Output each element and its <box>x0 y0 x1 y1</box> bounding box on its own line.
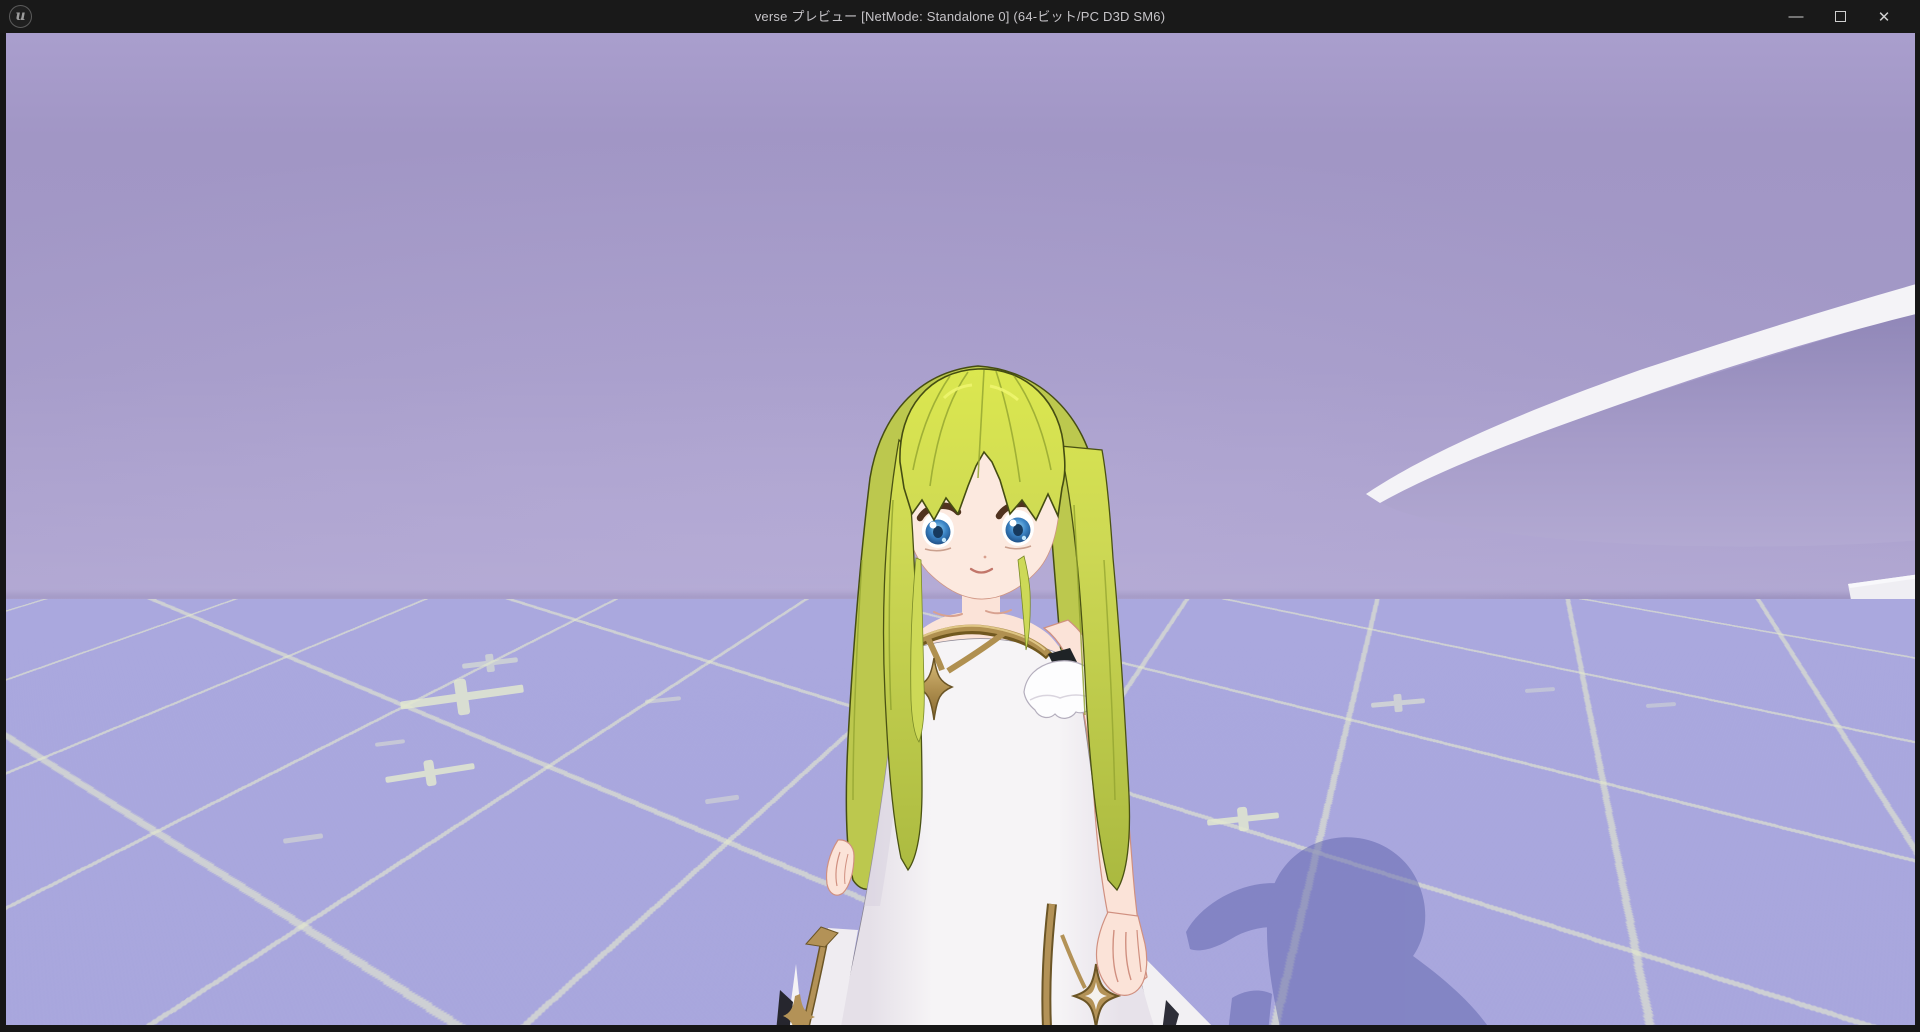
floor-cross <box>384 753 477 793</box>
character-anime-girl <box>760 330 1230 1025</box>
minimize-button[interactable]: — <box>1774 0 1818 33</box>
floor-dash <box>1525 687 1555 693</box>
floor-dash <box>645 696 681 704</box>
maximize-button[interactable] <box>1818 0 1862 33</box>
app-window: u verse プレビュー [NetMode: Standalone 0] (6… <box>0 0 1920 1032</box>
floor-cross-small <box>1370 692 1425 715</box>
scene-3d: 1 <box>6 33 1915 1025</box>
hand-left <box>826 840 854 895</box>
cube-shadow <box>1806 620 1860 642</box>
title-bar[interactable]: u verse プレビュー [NetMode: Standalone 0] (6… <box>0 0 1920 33</box>
unreal-logo-glyph: u <box>15 9 25 23</box>
disc-underside <box>1378 311 1915 547</box>
unreal-engine-logo-icon: u <box>9 5 32 28</box>
white-cube: 1 <box>1790 566 1915 656</box>
floor-dash <box>283 833 323 844</box>
floor-cross-large <box>398 671 526 724</box>
floor-dash <box>705 795 739 805</box>
maximize-icon <box>1835 11 1846 22</box>
game-viewport[interactable]: 1 <box>6 33 1915 1025</box>
window-title: verse プレビュー [NetMode: Standalone 0] (64-… <box>0 0 1920 33</box>
floor-dash <box>375 739 405 747</box>
cube-label: 1 <box>1884 596 1909 641</box>
nose <box>984 556 987 559</box>
floor-cross-small <box>461 651 519 676</box>
window-controls: — ✕ <box>1774 0 1920 33</box>
blue-streak-object <box>1556 637 1641 652</box>
floor-dash <box>1646 702 1676 708</box>
close-button[interactable]: ✕ <box>1862 0 1906 33</box>
